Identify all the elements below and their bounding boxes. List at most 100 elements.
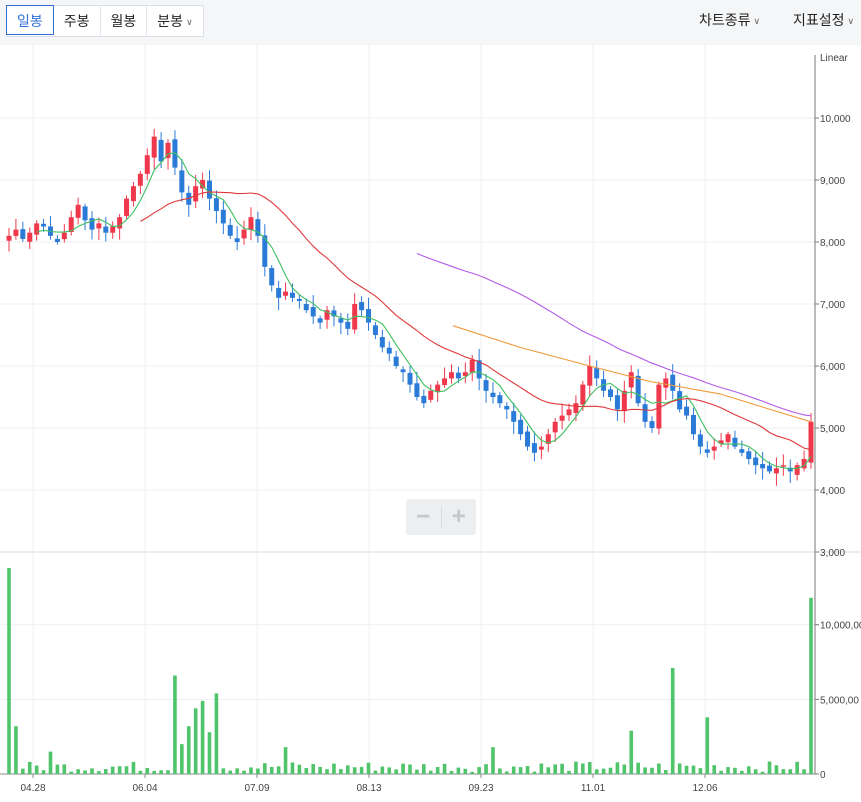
- volume-bar: [504, 771, 509, 774]
- candle: [6, 235, 12, 241]
- candle: [207, 180, 212, 199]
- volume-bar: [34, 765, 39, 774]
- candle: [303, 304, 309, 311]
- candle: [248, 217, 254, 231]
- volume-bar: [518, 767, 523, 774]
- volume-bar: [387, 767, 392, 774]
- candle: [587, 366, 593, 386]
- volume-bar: [657, 763, 661, 774]
- candle: [559, 415, 565, 421]
- x-tick-label: 09.23: [468, 783, 493, 794]
- volume-bar: [636, 762, 640, 774]
- candle: [511, 411, 517, 422]
- volume-bar: [159, 770, 163, 774]
- candle: [746, 451, 752, 459]
- volume-bar: [297, 764, 302, 774]
- volume-bar: [27, 761, 32, 774]
- tab-weekly[interactable]: 주봉: [54, 6, 101, 36]
- volume-bar: [746, 766, 751, 774]
- candle: [663, 378, 669, 388]
- candle: [310, 307, 316, 317]
- volume-bar: [283, 747, 288, 774]
- candle: [130, 186, 136, 202]
- stock-chart[interactable]: Linear 3,000 4,000 5,000 6,000 7,000 8,000 9,00…: [0, 45, 861, 802]
- candle: [283, 291, 289, 296]
- y-tick-label: 8,000: [820, 238, 845, 249]
- volume-bar: [180, 744, 184, 774]
- volume-bar: [484, 764, 488, 774]
- volume-bar: [166, 770, 170, 774]
- candle: [580, 384, 586, 405]
- volume-bar: [664, 769, 668, 774]
- volume-bar: [615, 762, 620, 774]
- tab-monthly[interactable]: 월봉: [101, 6, 148, 36]
- volume-bar: [352, 767, 357, 774]
- ma60-line: [416, 252, 812, 417]
- y-tick-label: 3,000: [820, 548, 845, 559]
- candle: [137, 173, 143, 186]
- volume-bar: [491, 747, 495, 774]
- volume-bar: [435, 767, 440, 774]
- y-tick-label: 10,000: [820, 114, 851, 125]
- candle: [628, 372, 634, 388]
- indicator-settings-menu[interactable]: 지표설정 ∨: [793, 10, 854, 30]
- candle: [359, 302, 365, 311]
- volume-bar: [152, 770, 156, 774]
- volume-bar: [110, 766, 115, 774]
- candle: [379, 337, 385, 348]
- volume-bar: [622, 764, 627, 774]
- candle: [110, 226, 116, 233]
- candle: [614, 395, 620, 410]
- x-tick-label: 04.28: [20, 783, 45, 794]
- chevron-down-icon: ∨: [847, 16, 855, 26]
- volume-bar: [62, 764, 67, 774]
- volume-bar: [401, 763, 405, 774]
- volume-bar: [41, 770, 46, 774]
- candle: [428, 390, 434, 400]
- volume-bar: [193, 708, 198, 774]
- candle: [269, 268, 275, 286]
- chart-type-menu[interactable]: 차트종류 ∨: [699, 10, 760, 30]
- tab-minute[interactable]: 분봉 ∨: [147, 6, 202, 36]
- candle: [566, 409, 572, 416]
- volume-bar: [90, 768, 94, 774]
- volume-bar: [339, 769, 343, 774]
- volume-bar: [587, 762, 592, 774]
- candle: [54, 238, 60, 242]
- candle: [594, 368, 600, 379]
- x-tick-label: 06.04: [132, 783, 157, 794]
- candle: [684, 406, 690, 416]
- candle: [213, 198, 219, 211]
- candle: [518, 419, 524, 435]
- indicator-settings-label: 지표설정: [793, 12, 845, 28]
- volume-bar: [332, 763, 336, 774]
- candle: [504, 405, 510, 410]
- volume-bar: [608, 767, 613, 774]
- volume-bar: [581, 763, 585, 774]
- zoom-out-button[interactable]: −: [406, 499, 441, 535]
- x-tick-label: 08.13: [356, 783, 381, 794]
- volume-bar: [76, 769, 80, 774]
- candle: [538, 446, 544, 450]
- volume-bar: [186, 726, 191, 774]
- volume-bar: [242, 770, 246, 774]
- volume-bar: [781, 769, 786, 774]
- scale-label: Linear: [820, 53, 848, 64]
- volume-bar: [131, 761, 136, 774]
- candle: [96, 223, 102, 229]
- volume-bar: [249, 767, 253, 774]
- zoom-in-button[interactable]: +: [441, 499, 476, 535]
- tab-daily[interactable]: 일봉: [6, 5, 54, 35]
- volume-bar: [83, 770, 87, 774]
- volume-bar: [726, 767, 730, 774]
- volume-bar: [767, 761, 772, 774]
- volume-bar: [276, 766, 281, 774]
- volume-bar: [753, 769, 758, 774]
- candle: [372, 325, 378, 335]
- toolbar: 일봉 주봉 월봉 분봉 ∨ 차트종류 ∨ 지표설정 ∨: [0, 0, 861, 45]
- candle: [82, 206, 88, 221]
- period-tabs: 일봉 주봉 월봉 분봉 ∨: [6, 5, 204, 37]
- candle: [448, 372, 454, 379]
- candle: [725, 434, 731, 443]
- candle: [366, 309, 372, 323]
